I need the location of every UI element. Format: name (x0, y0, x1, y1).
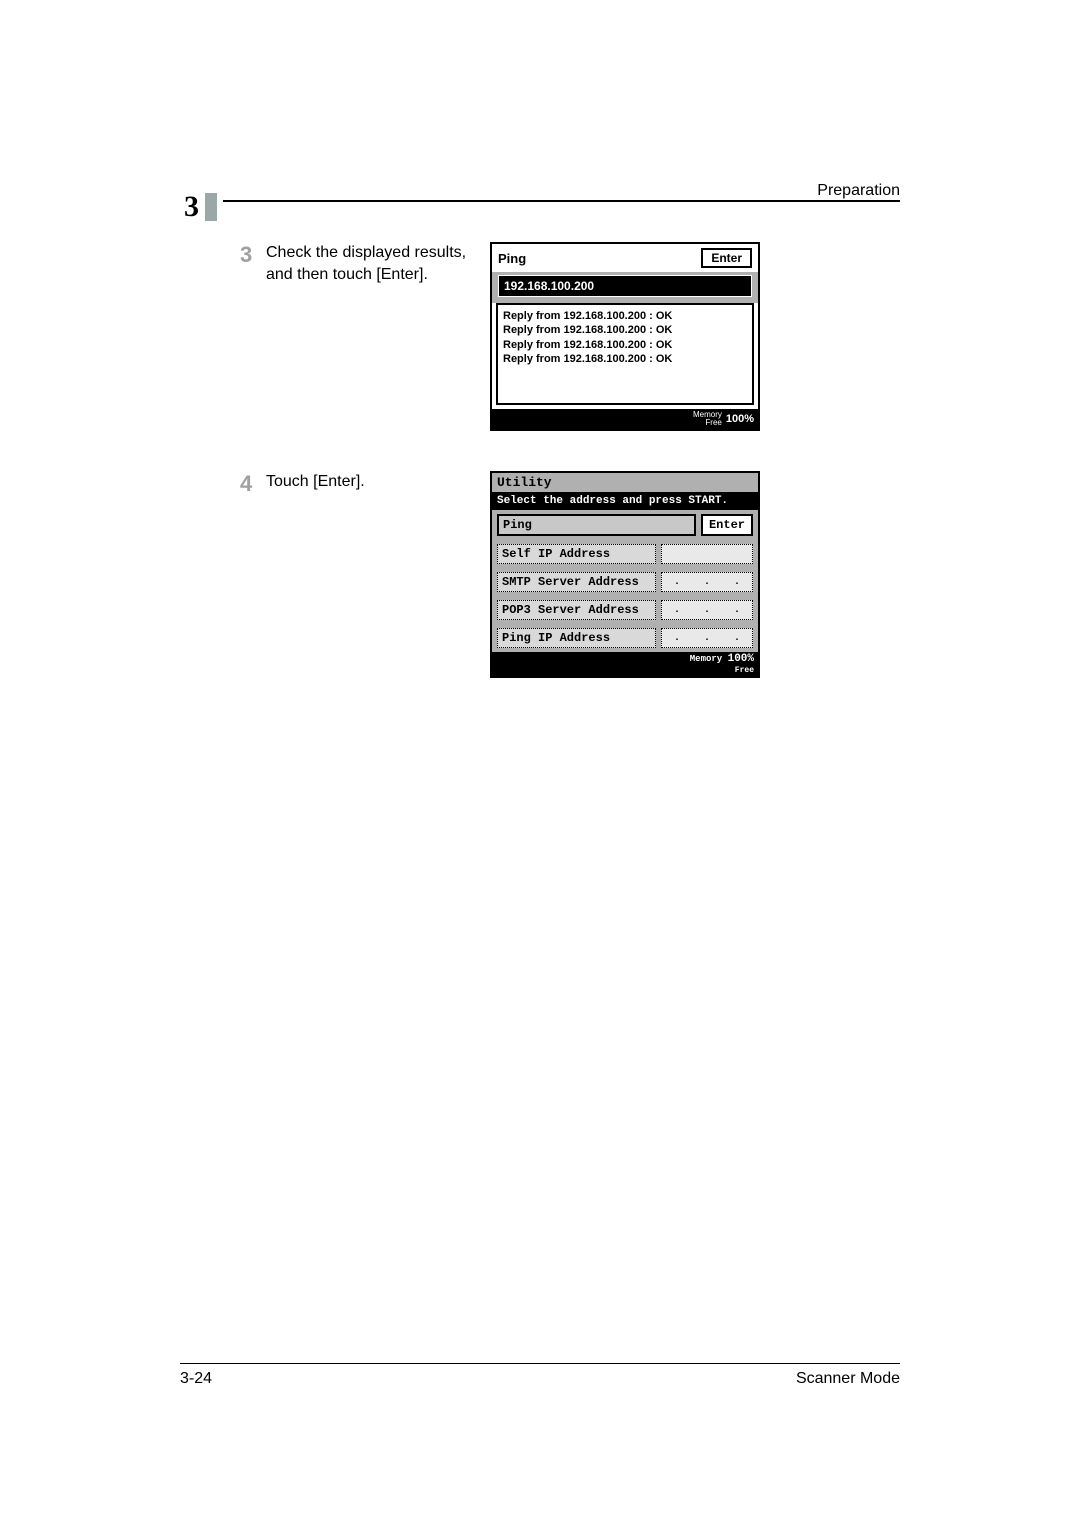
document-page: 3 Preparation 3 Check the displayed resu… (0, 0, 1080, 1528)
utility-message: Select the address and press START. (492, 492, 758, 510)
step-instruction: Check the displayed results, and then to… (266, 242, 466, 285)
step-number: 3 (240, 242, 266, 285)
step-line: Touch [Enter]. (266, 473, 365, 490)
utility-panel: Utility Select the address and press STA… (490, 471, 760, 678)
content-area: 3 Check the displayed results, and then … (240, 242, 900, 678)
step-instruction: Touch [Enter]. (266, 471, 365, 497)
ping-reply-line: Reply from 192.168.100.200 : OK (503, 323, 747, 337)
address-row: POP3 Server Address . . . (492, 596, 758, 624)
smtp-server-button[interactable]: SMTP Server Address (497, 572, 656, 592)
header-divider: 3 Preparation (180, 200, 900, 202)
page-footer: 3-24 Scanner Mode (180, 1363, 900, 1388)
enter-button[interactable]: Enter (701, 248, 752, 268)
ping-reply-list: Reply from 192.168.100.200 : OK Reply fr… (496, 303, 754, 405)
memory-status-bar: Memory Free 100% (492, 409, 758, 429)
step-line: and then touch [Enter]. (266, 266, 428, 283)
memory-label: Memory (690, 654, 722, 664)
address-row: Ping IP Address . . . (492, 624, 758, 652)
footer-divider: 3-24 Scanner Mode (180, 1363, 900, 1388)
chapter-accent-block (205, 193, 217, 221)
address-value-dots: . . . (661, 600, 753, 620)
header-section-title: Preparation (811, 182, 900, 200)
step-number: 4 (240, 471, 266, 497)
step-line: Check the displayed results, (266, 244, 466, 261)
step-text-column: 3 Check the displayed results, and then … (240, 242, 470, 285)
utility-ping-screenshot: Utility Select the address and press STA… (490, 471, 760, 678)
address-row: SMTP Server Address . . . (492, 568, 758, 596)
ping-reply-line: Reply from 192.168.100.200 : OK (503, 309, 747, 323)
instruction-step: 3 Check the displayed results, and then … (240, 242, 900, 431)
self-ip-button[interactable]: Self IP Address (497, 544, 656, 564)
address-value-blank (661, 544, 753, 564)
memory-value: 100% (728, 653, 754, 665)
instruction-step: 4 Touch [Enter]. Utility Select the addr… (240, 471, 900, 678)
ping-ip-button[interactable]: Ping IP Address (497, 628, 656, 648)
ping-tab[interactable]: Ping (497, 514, 696, 536)
step-text-column: 4 Touch [Enter]. (240, 471, 470, 497)
address-value-dots: . . . (661, 628, 753, 648)
enter-button[interactable]: Enter (701, 514, 753, 536)
ping-reply-line: Reply from 192.168.100.200 : OK (503, 352, 747, 366)
ip-address-bar: 192.168.100.200 (498, 275, 752, 297)
ip-bar-wrap: 192.168.100.200 (490, 272, 760, 303)
chapter-badge: 3 (180, 190, 223, 224)
address-row: Self IP Address (492, 540, 758, 568)
address-value-dots: . . . (661, 572, 753, 592)
ping-titlebar: Ping Enter (490, 242, 760, 272)
memory-status-bar: Memory 100% Free (492, 652, 758, 676)
utility-title: Utility (492, 473, 758, 492)
ping-reply-line: Reply from 192.168.100.200 : OK (503, 338, 747, 352)
ping-body: Reply from 192.168.100.200 : OK Reply fr… (490, 303, 760, 431)
ping-header-row: Ping Enter (492, 510, 758, 540)
memory-label: Memory Free (693, 411, 722, 427)
memory-value: 100% (726, 413, 754, 425)
ping-result-screenshot: Ping Enter 192.168.100.200 Reply from 19… (490, 242, 760, 431)
pop3-server-button[interactable]: POP3 Server Address (497, 600, 656, 620)
footer-mode-label: Scanner Mode (796, 1370, 900, 1388)
memory-free-label: Free (735, 666, 754, 675)
page-number: 3-24 (180, 1370, 212, 1388)
chapter-number: 3 (180, 190, 203, 224)
ping-title: Ping (498, 251, 526, 266)
